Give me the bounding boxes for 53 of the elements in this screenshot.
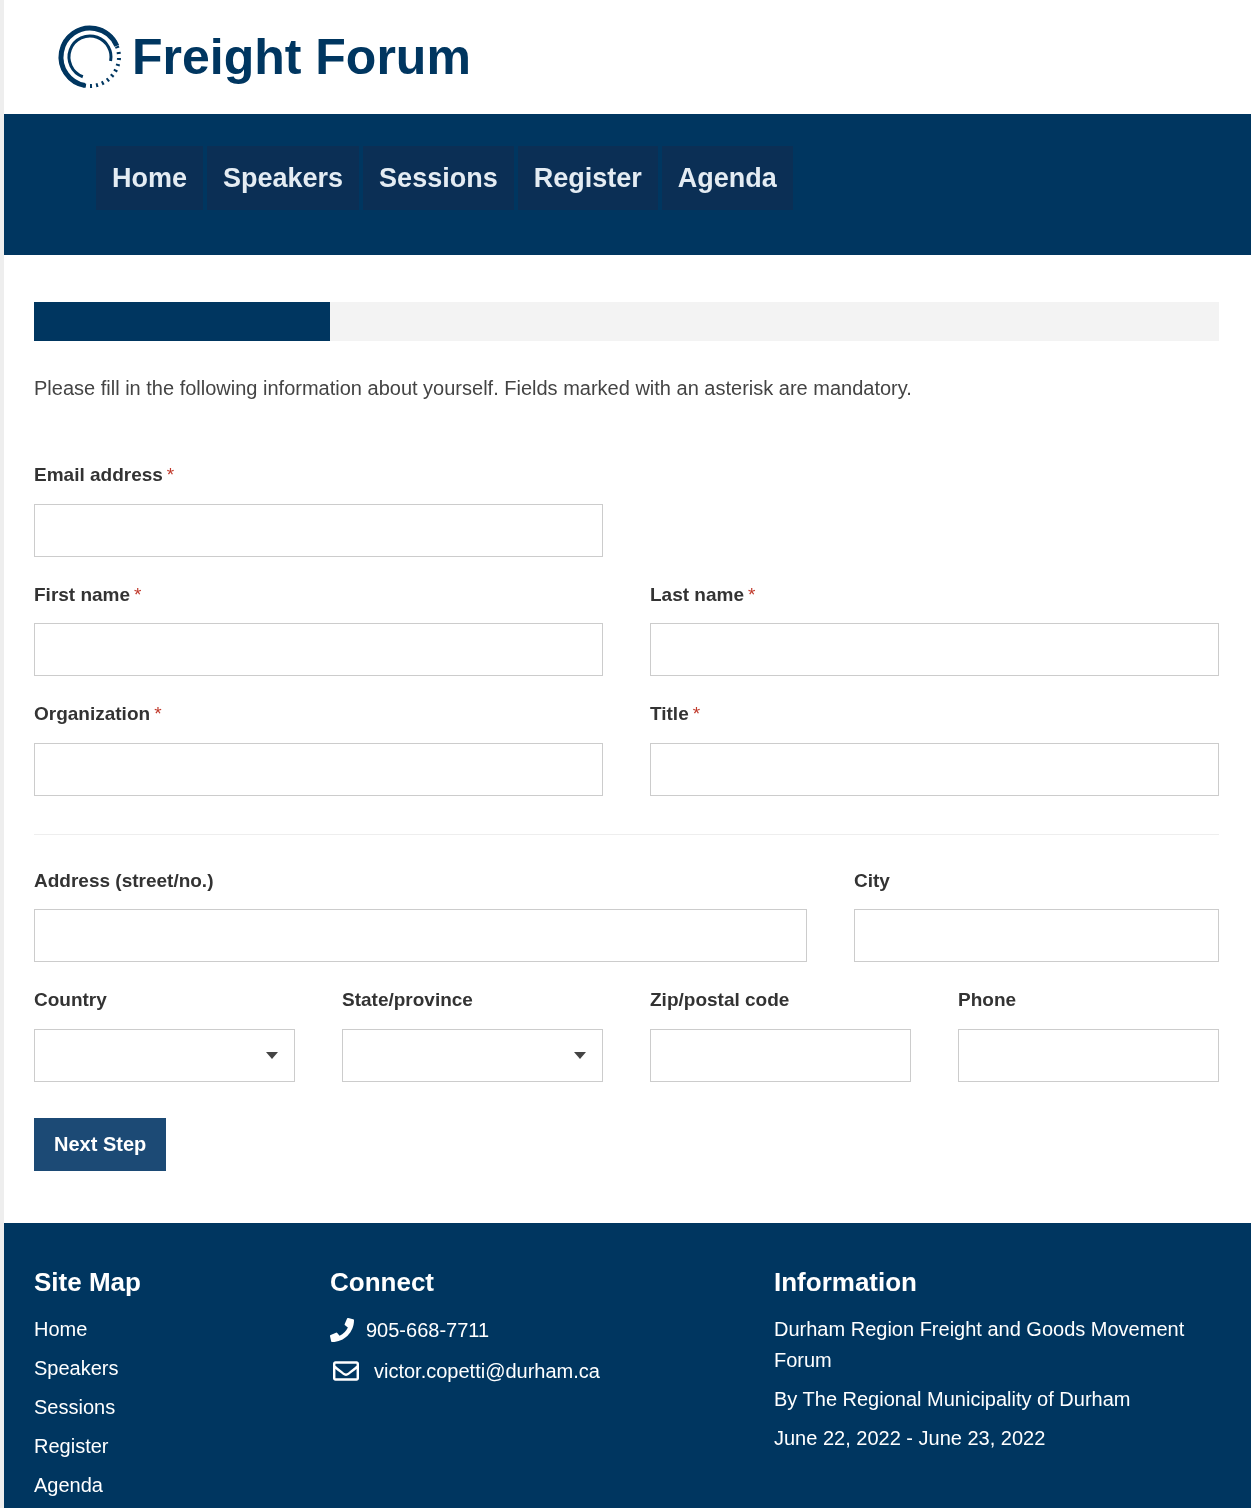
field-label: City (854, 868, 890, 893)
field-label: Last name (650, 582, 744, 607)
contact-text: victor.copetti@durham.ca (374, 1359, 600, 1383)
input-field[interactable] (34, 742, 603, 796)
phone-icon (330, 1318, 354, 1342)
site-title: Freight Forum (132, 27, 471, 87)
field-label: Address (street/no.) (34, 868, 214, 893)
info-text: Durham Region Freight and Goods Movement Forum (774, 1317, 1186, 1373)
required-mark: * (692, 702, 701, 726)
required-mark: * (166, 463, 175, 487)
nav-link[interactable]: Sessions (363, 146, 514, 210)
intro-text: Please fill in the following information about yourself. Fields marked with an asterisk are mandatory. (34, 376, 913, 401)
nav-link[interactable]: Home (96, 146, 203, 210)
field-label: Title (650, 702, 689, 726)
field-label: Organization (34, 702, 151, 726)
select-field[interactable] (342, 1028, 603, 1082)
footer-heading: Site Map (34, 1266, 142, 1299)
footer-heading: Information (774, 1266, 918, 1299)
footer-link[interactable]: Sessions (34, 1396, 330, 1419)
field-label: Phone (958, 988, 1017, 1012)
footer-link[interactable]: Home (34, 1318, 330, 1341)
input-field[interactable] (650, 623, 1219, 676)
caret-icon (266, 1051, 278, 1059)
footer-link[interactable]: Speakers (34, 1357, 330, 1380)
nav-link[interactable]: Register (517, 146, 658, 210)
required-mark: * (748, 582, 756, 607)
field-label: First name (34, 582, 131, 607)
info-text: June 22, 2022 - June 23, 2022 (774, 1426, 1047, 1451)
required-mark: * (154, 702, 162, 726)
field-label: State/province (342, 988, 473, 1012)
nav-link[interactable]: Agenda (661, 146, 793, 210)
contact-text: 905-668-7711 (366, 1318, 490, 1342)
input-field[interactable] (34, 503, 603, 557)
logo-ring-icon (56, 23, 124, 91)
field-label: Zip/postal code (650, 988, 790, 1012)
input-field[interactable] (650, 1028, 911, 1082)
nav-link[interactable]: Speakers (207, 146, 360, 210)
info-text: By The Regional Municipality of Durham (774, 1387, 1132, 1412)
input-field[interactable] (34, 623, 603, 676)
input-field[interactable] (650, 742, 1219, 796)
footer-link[interactable]: Agenda (34, 1474, 330, 1497)
footer-link[interactable]: Register (34, 1435, 330, 1458)
caret-icon (574, 1051, 586, 1059)
field-label: Email address (34, 463, 163, 487)
envelope-icon (330, 1358, 362, 1384)
required-mark: * (134, 582, 142, 607)
footer-heading: Connect (330, 1266, 435, 1299)
input-field[interactable] (34, 909, 807, 962)
input-field[interactable] (958, 1028, 1219, 1082)
input-field[interactable] (854, 909, 1219, 962)
next-step-button[interactable]: Next Step (34, 1117, 167, 1171)
select-field[interactable] (34, 1028, 295, 1082)
field-label: Country (34, 988, 107, 1012)
